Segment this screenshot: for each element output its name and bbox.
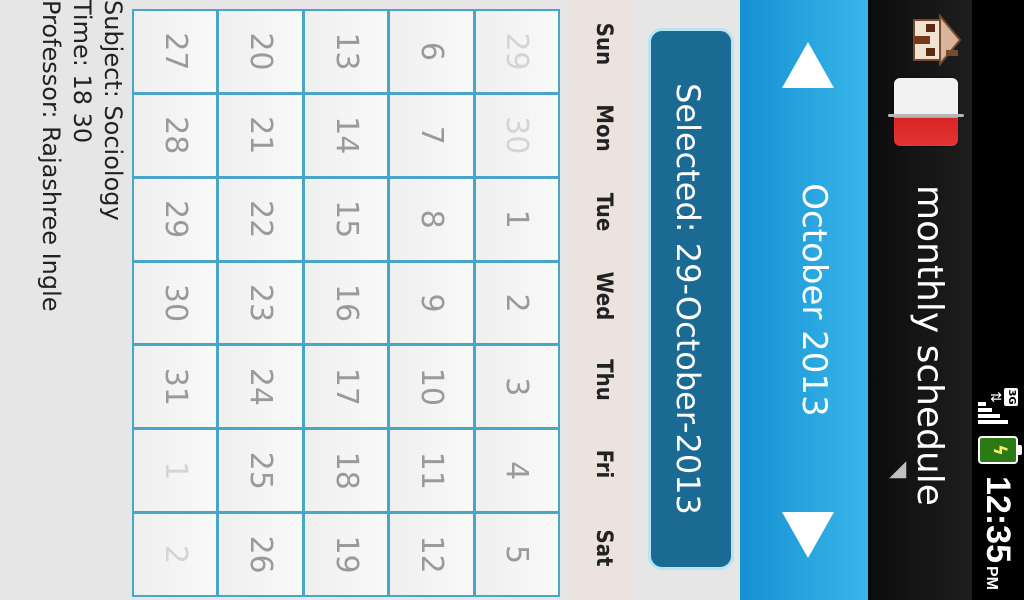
day-cell[interactable]: 9 bbox=[390, 262, 473, 344]
day-cell[interactable]: 17 bbox=[304, 346, 388, 428]
time-text: Time: 18 30 bbox=[68, 0, 96, 144]
day-cell[interactable]: 26 bbox=[219, 514, 302, 595]
home-icon[interactable] bbox=[908, 10, 966, 70]
weekday-label: Mon bbox=[591, 104, 616, 152]
day-cell[interactable]: 4 bbox=[475, 430, 558, 512]
month-title: October 2013 bbox=[794, 183, 834, 417]
day-cell[interactable]: 8 bbox=[390, 178, 473, 260]
day-cell[interactable]: 7 bbox=[390, 94, 473, 176]
day-cell[interactable]: 2 bbox=[475, 262, 558, 344]
day-cell[interactable]: 30 bbox=[134, 262, 217, 344]
calendar-grid: 29 30 1 2 3 4 5 6 7 8 9 10 11 12 13 14 15 16 17 18 19 20 21 22 2… bbox=[132, 9, 560, 597]
professor-text: Professor: Rajashree Ingle bbox=[37, 0, 65, 312]
schedule-details: Subject: Sociology Time: 18 30 Professor… bbox=[35, 0, 132, 600]
clock-time: 12:35 bbox=[979, 476, 1018, 563]
day-cell[interactable]: 20 bbox=[219, 11, 302, 92]
day-cell[interactable]: 1 bbox=[475, 178, 558, 260]
day-cell[interactable]: 16 bbox=[304, 262, 388, 344]
weekday-label: Fri bbox=[591, 449, 616, 479]
day-cell[interactable]: 3 bbox=[475, 346, 558, 428]
day-cell[interactable]: 25 bbox=[219, 430, 302, 512]
weekday-label: Thu bbox=[591, 359, 616, 401]
action-bar: monthly schedule bbox=[868, 0, 972, 600]
day-cell[interactable]: 22 bbox=[219, 178, 302, 260]
day-cell[interactable]: 13 bbox=[304, 11, 388, 92]
day-cell[interactable]: 21 bbox=[219, 94, 302, 176]
calendar-icon[interactable] bbox=[894, 78, 958, 146]
day-cell[interactable]: 2 bbox=[134, 514, 217, 595]
signal-strength-icon bbox=[978, 402, 1010, 425]
day-cell[interactable]: 1 bbox=[134, 430, 217, 512]
day-cell[interactable]: 23 bbox=[219, 262, 302, 344]
battery-charging-icon: ϟ bbox=[978, 436, 1018, 465]
day-cell[interactable]: 6 bbox=[390, 11, 473, 92]
weekday-label: Wed bbox=[591, 271, 616, 321]
next-month-arrow-icon[interactable] bbox=[782, 512, 834, 558]
day-cell[interactable]: 30 bbox=[475, 94, 558, 176]
weekday-header: Sun Mon Tue Wed Thu Fri Sat bbox=[570, 0, 634, 600]
weekday-label: Tue bbox=[591, 192, 616, 232]
app-title[interactable]: monthly schedule bbox=[909, 185, 950, 506]
day-cell[interactable]: 5 bbox=[475, 514, 558, 595]
day-cell[interactable]: 29 bbox=[475, 11, 558, 92]
selected-date-label: Selected: 29-October-2013 bbox=[648, 28, 734, 570]
day-cell[interactable]: 10 bbox=[390, 346, 473, 428]
day-cell[interactable]: 12 bbox=[390, 514, 473, 595]
month-navigation-bar: October 2013 bbox=[740, 0, 868, 600]
day-cell[interactable]: 28 bbox=[134, 94, 217, 176]
weekday-label: Sun bbox=[591, 22, 616, 66]
day-cell[interactable]: 31 bbox=[134, 346, 217, 428]
day-cell[interactable]: 24 bbox=[219, 346, 302, 428]
phone-screen: 3G ⇅ ϟ 12:35 PM monthly schedule October … bbox=[0, 0, 1024, 600]
subject-text: Subject: Sociology bbox=[99, 0, 127, 221]
day-cell[interactable]: 19 bbox=[304, 514, 388, 595]
day-cell[interactable]: 18 bbox=[304, 430, 388, 512]
day-cell[interactable]: 27 bbox=[134, 11, 217, 92]
day-cell[interactable]: 15 bbox=[304, 178, 388, 260]
status-bar: 3G ⇅ ϟ 12:35 PM bbox=[972, 0, 1024, 600]
weekday-label: Sat bbox=[591, 529, 616, 567]
clock-ampm: PM bbox=[983, 566, 1001, 590]
network-3g-icon: 3G ⇅ bbox=[978, 388, 1018, 425]
day-cell[interactable]: 14 bbox=[304, 94, 388, 176]
day-cell[interactable]: 11 bbox=[390, 430, 473, 512]
day-cell[interactable]: 29 bbox=[134, 178, 217, 260]
status-clock: 12:35 PM bbox=[979, 476, 1018, 590]
